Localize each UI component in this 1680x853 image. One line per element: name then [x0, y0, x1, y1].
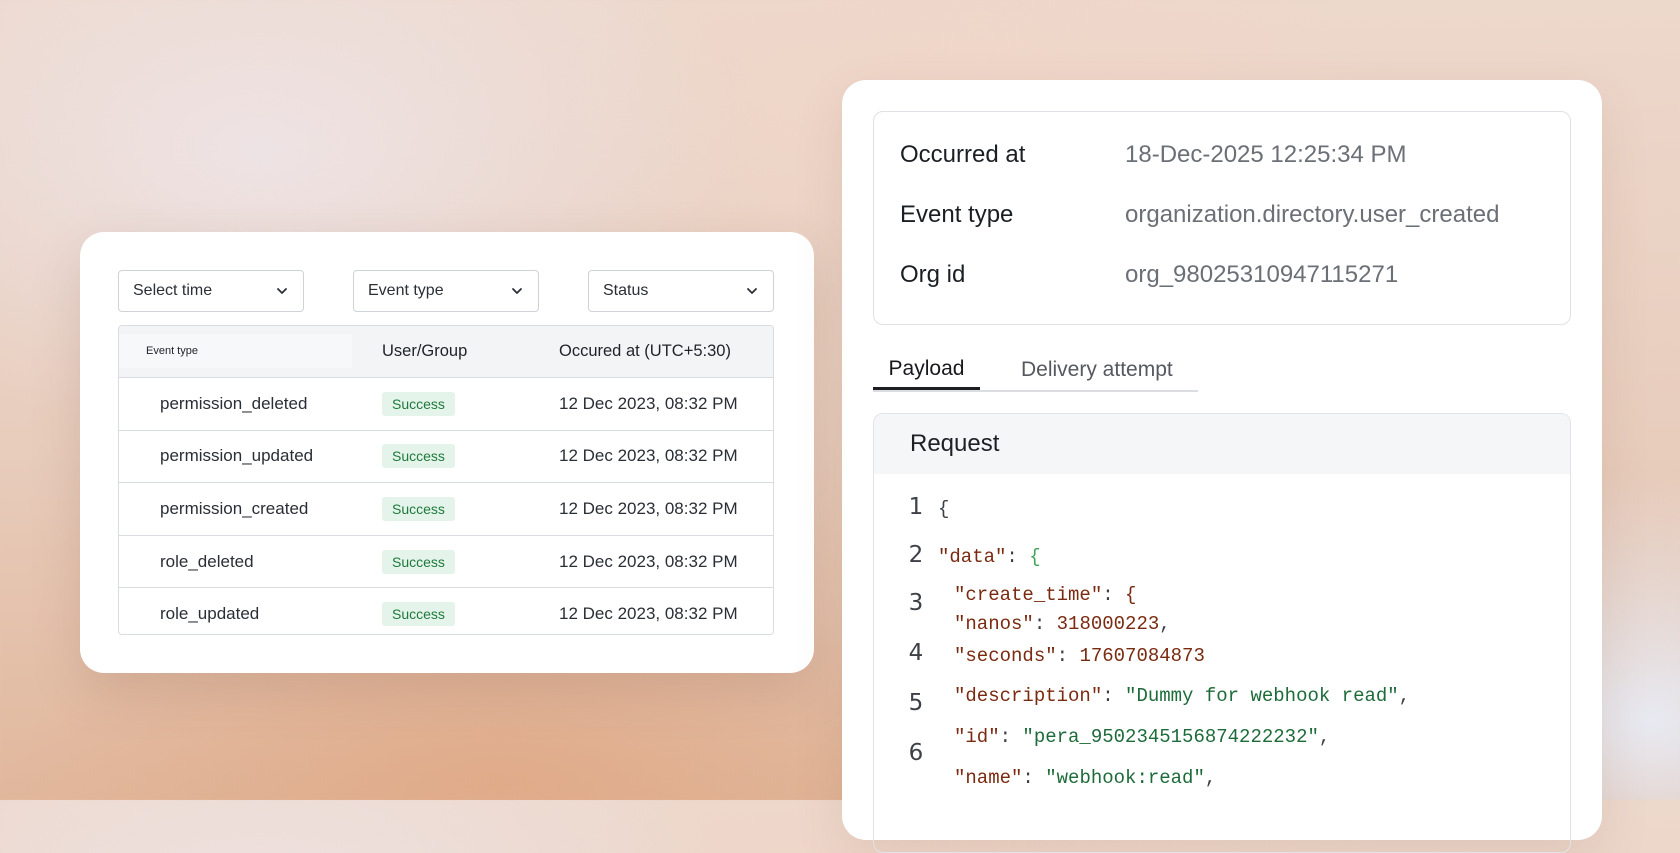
event-type-row: Event type organization.directory.user_c…	[900, 200, 1499, 230]
code-brace: {	[1029, 546, 1041, 568]
events-card: Select time Event type Status Event type…	[80, 232, 814, 673]
code-brace: {	[1125, 584, 1137, 606]
status-badge-cell: Success	[382, 536, 455, 588]
detail-tabs: Payload Delivery attempt	[873, 350, 1198, 392]
status-badge-cell: Success	[382, 431, 455, 483]
tab-delivery-attempt[interactable]: Delivery attempt	[1021, 350, 1173, 390]
code-open-brace: {	[938, 498, 950, 520]
code-line-create-time: "create_time": {	[954, 584, 1137, 606]
occurred-at-label: Occurred at	[900, 141, 1026, 168]
status-badge-cell: Success	[382, 588, 455, 634]
events-table: Event type User/Group Occured at (UTC+5:…	[118, 325, 774, 635]
code-string: "webhook:read"	[1045, 767, 1205, 789]
line-number: 2	[908, 542, 924, 568]
row-time: 12 Dec 2023, 08:32 PM	[559, 393, 738, 413]
table-row[interactable]: role_deleted Success 12 Dec 2023, 08:32 …	[119, 536, 773, 589]
org-id-row: Org id org_98025310947115271	[900, 260, 1398, 290]
select-time-label: Select time	[133, 282, 213, 299]
code-number: 318000223	[1056, 613, 1160, 635]
row-time: 12 Dec 2023, 08:32 PM	[559, 498, 738, 518]
header-event-type[interactable]: Event type	[119, 334, 352, 368]
code-line-nanos: "nanos": 318000223,	[954, 613, 1171, 635]
line-number: 5	[908, 690, 924, 716]
code-key: "id"	[954, 726, 1000, 748]
event-type-label: Event type	[368, 282, 444, 299]
table-row[interactable]: permission_deleted Success 12 Dec 2023, …	[119, 378, 773, 431]
status-badge-cell: Success	[382, 378, 455, 430]
code-line-name: "name": "webhook:read",	[954, 767, 1217, 789]
code-key: "description"	[954, 685, 1103, 707]
header-user-group[interactable]: User/Group	[382, 326, 467, 377]
event-detail-card: Occurred at 18-Dec-2025 12:25:34 PM Even…	[842, 80, 1602, 853]
status-badge: Success	[382, 602, 455, 627]
status-badge: Success	[382, 496, 455, 521]
row-time: 12 Dec 2023, 08:32 PM	[559, 551, 738, 571]
event-type-label: Event type	[900, 201, 1014, 228]
event-meta-panel: Occurred at 18-Dec-2025 12:25:34 PM Even…	[873, 111, 1571, 325]
status-badge: Success	[382, 444, 455, 469]
code-number: 17607084873	[1079, 645, 1205, 667]
row-event: permission_created	[160, 498, 309, 518]
code-key: "create_time"	[954, 584, 1103, 606]
status-dropdown[interactable]: Status	[588, 270, 774, 312]
request-title: Request	[874, 414, 1570, 474]
code-line-id: "id": "pera_9502345156874222232",	[954, 726, 1331, 748]
row-event: permission_updated	[160, 446, 314, 466]
code-line-data: "data": {	[938, 546, 1041, 568]
status-badge-cell: Success	[382, 483, 455, 535]
request-panel: Request 1 2 3 4 5 6 { "data": { "create_…	[873, 413, 1571, 853]
status-label: Status	[603, 282, 649, 299]
line-number: 3	[908, 590, 924, 616]
code-key: "name"	[954, 767, 1023, 789]
line-number: 4	[908, 640, 924, 666]
table-row[interactable]: permission_updated Success 12 Dec 2023, …	[119, 431, 773, 484]
status-badge: Success	[382, 391, 455, 416]
row-event: role_deleted	[160, 551, 254, 571]
code-key: "seconds"	[954, 645, 1057, 667]
occurred-at-row: Occurred at 18-Dec-2025 12:25:34 PM	[900, 140, 1407, 170]
status-badge: Success	[382, 549, 455, 574]
table-row[interactable]: role_updated Success 12 Dec 2023, 08:32 …	[119, 588, 773, 634]
row-time: 12 Dec 2023, 08:32 PM	[559, 446, 738, 466]
chevron-down-icon	[747, 288, 757, 294]
row-event: permission_deleted	[160, 393, 308, 413]
code-string: "Dummy for webhook read"	[1125, 685, 1399, 707]
filter-bar: Select time Event type Status	[118, 270, 776, 312]
chevron-down-icon	[277, 288, 287, 294]
event-type-dropdown[interactable]: Event type	[353, 270, 539, 312]
select-time-dropdown[interactable]: Select time	[118, 270, 304, 312]
code-key: "nanos"	[954, 613, 1034, 635]
line-number: 6	[908, 740, 924, 766]
table-header: Event type User/Group Occured at (UTC+5:…	[119, 326, 773, 378]
row-event: role_updated	[160, 604, 260, 624]
org-id-label: Org id	[900, 261, 966, 288]
table-row[interactable]: permission_created Success 12 Dec 2023, …	[119, 483, 773, 536]
row-time: 12 Dec 2023, 08:32 PM	[559, 604, 738, 624]
code-string: "pera_9502345156874222232"	[1022, 726, 1319, 748]
code-line-description: "description": "Dummy for webhook read",	[954, 685, 1411, 707]
header-occured-at[interactable]: Occured at (UTC+5:30)	[559, 326, 731, 377]
occurred-at-value: 18-Dec-2025 12:25:34 PM	[1125, 141, 1407, 168]
chevron-down-icon	[512, 288, 522, 294]
org-id-value: org_98025310947115271	[1125, 261, 1399, 288]
code-key: "data"	[938, 546, 1007, 568]
line-number: 1	[908, 494, 924, 520]
event-type-value: organization.directory.user_created	[1125, 201, 1500, 228]
code-line-seconds: "seconds": 17607084873	[954, 645, 1205, 667]
tab-payload[interactable]: Payload	[873, 350, 980, 390]
